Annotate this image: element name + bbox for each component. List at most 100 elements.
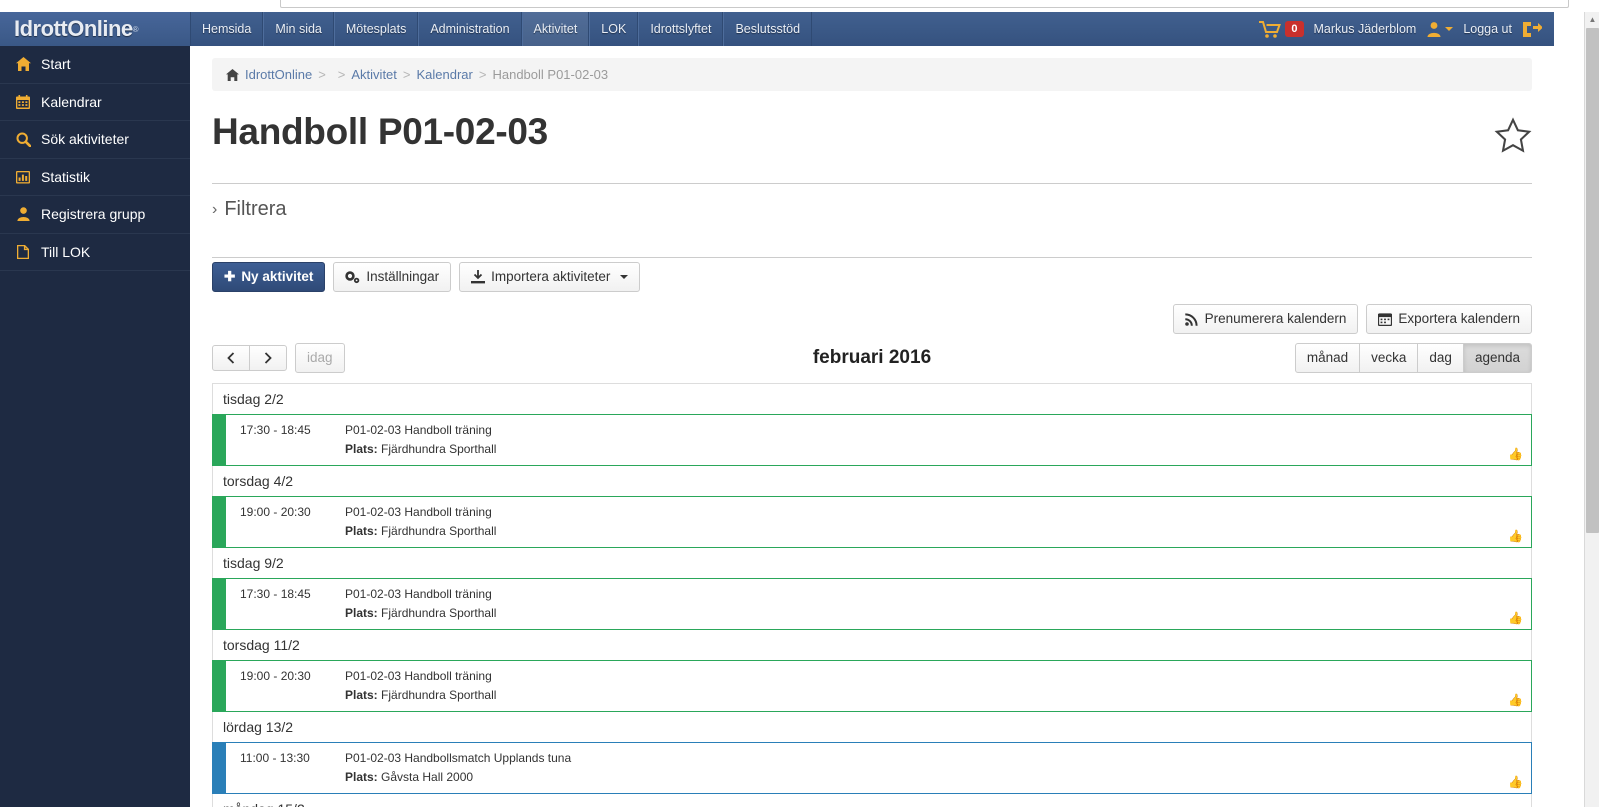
event-body: 19:00 - 20:30 P01-02-03 Handboll träning… — [226, 661, 1531, 711]
home-icon — [226, 68, 239, 81]
top-nav-idrottslyftet[interactable]: Idrottslyftet — [638, 12, 724, 46]
rss-icon — [1184, 313, 1198, 326]
bar-chart-icon — [15, 170, 31, 184]
top-nav-min-sida[interactable]: Min sida — [263, 12, 334, 46]
user-menu-button[interactable] — [1426, 20, 1454, 38]
top-nav-aktivitet[interactable]: Aktivitet — [521, 12, 590, 46]
event-spacer — [240, 524, 345, 538]
right-margin — [1554, 12, 1584, 807]
download-icon — [471, 270, 486, 284]
breadcrumb-link-aktivitet[interactable]: Aktivitet — [351, 67, 397, 82]
event-title: P01-02-03 Handboll träning — [345, 669, 492, 683]
agenda-event-row[interactable]: 11:00 - 13:30 P01-02-03 Handbollsmatch U… — [212, 742, 1532, 794]
sidebar-item-label: Till LOK — [41, 243, 91, 260]
file-icon — [15, 244, 31, 259]
thumbs-up-icon[interactable]: 👍 — [1508, 530, 1523, 542]
calendar-view-switcher: månad vecka dag agenda — [1294, 343, 1532, 373]
event-location: Plats: Fjärdhundra Sporthall — [345, 442, 496, 456]
plats-label: Plats: — [345, 442, 378, 456]
favorite-star-icon[interactable] — [1494, 111, 1532, 161]
sidebar-item-label: Statistik — [41, 168, 91, 185]
action-toolbar: ✚ Ny aktivitet Inställningar Importera a… — [212, 258, 1532, 292]
view-label: agenda — [1474, 350, 1520, 365]
event-spacer — [240, 442, 345, 456]
top-nav-label: Hemsida — [202, 22, 252, 36]
plats-value: Fjärdhundra Sporthall — [381, 606, 497, 620]
top-nav-beslutsstod[interactable]: Beslutsstöd — [723, 12, 813, 46]
view-button-dag[interactable]: dag — [1417, 343, 1464, 373]
event-body: 11:00 - 13:30 P01-02-03 Handbollsmatch U… — [226, 743, 1531, 793]
top-nav-administration[interactable]: Administration — [418, 12, 522, 46]
view-button-vecka[interactable]: vecka — [1359, 343, 1419, 373]
calendar-toolbar: idag februari 2016 månad vecka dag agend… — [212, 342, 1532, 374]
export-calendar-button[interactable]: Exportera kalendern — [1366, 304, 1532, 334]
event-color-stripe — [213, 661, 226, 711]
import-activities-button[interactable]: Importera aktiviteter — [459, 262, 641, 292]
breadcrumb-separator: > — [402, 67, 411, 82]
top-nav-hemsida[interactable]: Hemsida — [190, 12, 264, 46]
breadcrumb-link-idrottonline[interactable]: IdrottOnline — [245, 67, 312, 82]
site-logo[interactable]: IdrottOnline ® — [0, 12, 190, 46]
plats-value: Fjärdhundra Sporthall — [381, 442, 497, 456]
top-nav-label: Min sida — [275, 22, 322, 36]
agenda-event-row[interactable]: 17:30 - 18:45 P01-02-03 Handboll träning… — [212, 578, 1532, 630]
settings-button[interactable]: Inställningar — [333, 262, 452, 292]
subscribe-calendar-button[interactable]: Prenumerera kalendern — [1172, 304, 1359, 334]
view-button-manad[interactable]: månad — [1294, 343, 1361, 373]
sign-out-icon[interactable] — [1522, 21, 1542, 38]
scroll-up-arrow-icon[interactable]: ▲ — [1585, 12, 1599, 27]
home-icon — [15, 57, 31, 72]
event-spacer — [240, 688, 345, 702]
top-nav-label: LOK — [601, 22, 627, 36]
scrollbar-thumb[interactable] — [1586, 28, 1599, 533]
main-content: IdrottOnline > > Aktivitet > Kalendrar >… — [190, 46, 1554, 807]
event-title: P01-02-03 Handbollsmatch Upplands tuna — [345, 751, 572, 765]
event-body: 19:00 - 20:30 P01-02-03 Handboll träning… — [226, 497, 1531, 547]
user-icon — [15, 207, 31, 222]
event-time: 11:00 - 13:30 — [240, 751, 310, 765]
thumbs-up-icon[interactable]: 👍 — [1508, 612, 1523, 624]
browser-address-bar[interactable] — [280, 0, 1569, 8]
plats-label: Plats: — [345, 770, 378, 784]
sidebar-item-start[interactable]: Start — [0, 46, 190, 84]
agenda-event-row[interactable]: 17:30 - 18:45 P01-02-03 Handboll träning… — [212, 414, 1532, 466]
thumbs-up-icon[interactable]: 👍 — [1508, 448, 1523, 460]
event-time: 17:30 - 18:45 — [240, 423, 311, 437]
settings-label: Inställningar — [366, 269, 440, 284]
view-label: vecka — [1371, 350, 1407, 365]
agenda-event-row[interactable]: 19:00 - 20:30 P01-02-03 Handboll träning… — [212, 660, 1532, 712]
event-location: Plats: Gåvsta Hall 2000 — [345, 770, 473, 784]
sidebar-item-label: Kalendrar — [41, 93, 102, 110]
sidebar-item-till-lok[interactable]: Till LOK — [0, 234, 190, 271]
filter-toggle[interactable]: › Filtrera — [212, 184, 1532, 235]
logout-label[interactable]: Logga ut — [1463, 22, 1512, 36]
top-nav-motesplats[interactable]: Mötesplats — [333, 12, 419, 46]
plats-label: Plats: — [345, 524, 378, 538]
event-color-stripe — [213, 743, 226, 793]
plats-value: Fjärdhundra Sporthall — [381, 524, 497, 538]
top-nav-label: Mötesplats — [345, 22, 407, 36]
event-title: P01-02-03 Handboll träning — [345, 505, 492, 519]
browser-scrollbar[interactable]: ▲ — [1584, 12, 1599, 807]
top-navigation-bar: IdrottOnline ® Hemsida Min sida Mötesplat… — [0, 12, 1554, 46]
search-icon — [15, 132, 31, 147]
agenda-event-row[interactable]: 19:00 - 20:30 P01-02-03 Handboll träning… — [212, 496, 1532, 548]
sidebar-item-label: Sök aktiviteter — [41, 131, 129, 148]
filter-label: Filtrera — [224, 198, 287, 220]
sidebar-item-kalendrar[interactable]: Kalendrar — [0, 84, 190, 121]
sidebar-item-label: Registrera grupp — [41, 206, 146, 223]
sidebar-item-statistik[interactable]: Statistik — [0, 159, 190, 196]
event-title: P01-02-03 Handboll träning — [345, 423, 492, 437]
thumbs-up-icon[interactable]: 👍 — [1508, 694, 1523, 706]
plats-value: Fjärdhundra Sporthall — [381, 688, 497, 702]
top-nav-lok[interactable]: LOK — [589, 12, 639, 46]
breadcrumb-link-kalendrar[interactable]: Kalendrar — [417, 67, 473, 82]
new-activity-button[interactable]: ✚ Ny aktivitet — [212, 262, 326, 292]
thumbs-up-icon[interactable]: 👍 — [1508, 776, 1523, 788]
sidebar-item-registrera-grupp[interactable]: Registrera grupp — [0, 196, 190, 234]
sidebar-item-sok-aktiviteter[interactable]: Sök aktiviteter — [0, 121, 190, 159]
breadcrumb-separator: > — [478, 67, 487, 82]
page-header: Handboll P01-02-03 — [212, 91, 1532, 161]
cart-button[interactable]: 0 — [1259, 20, 1304, 38]
view-button-agenda[interactable]: agenda — [1462, 343, 1532, 373]
